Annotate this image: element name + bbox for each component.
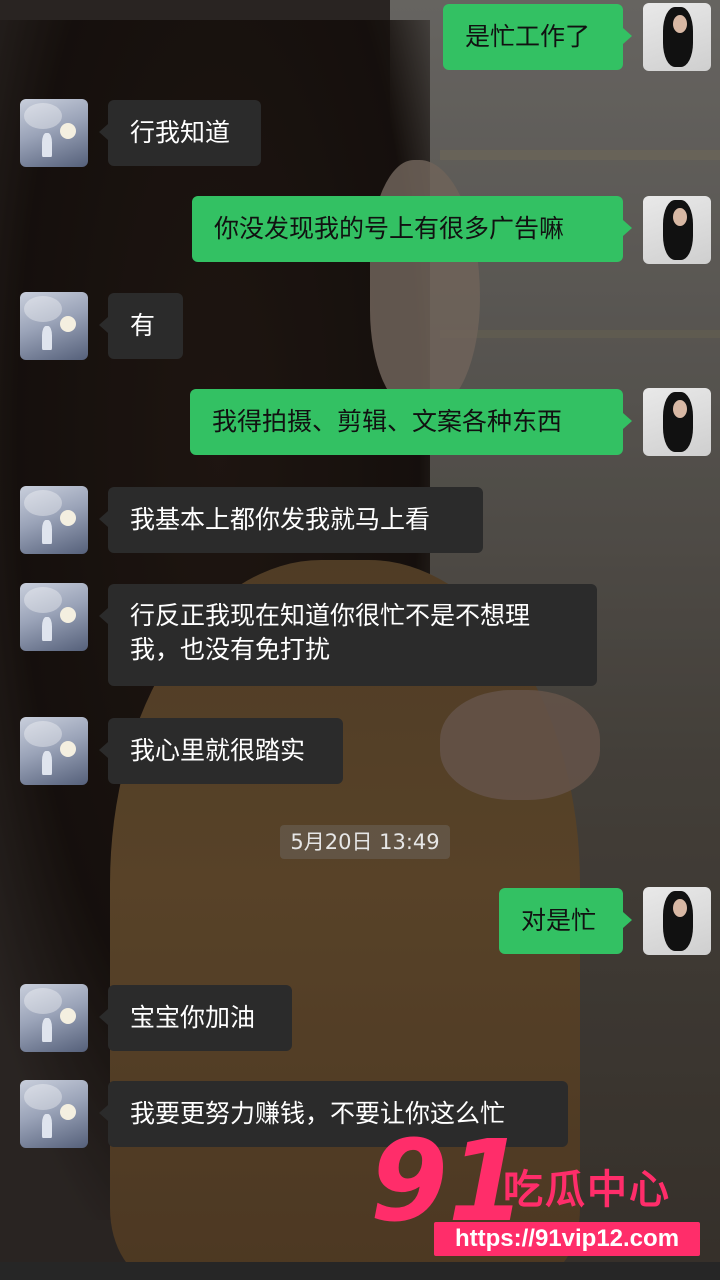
friend-avatar[interactable]: [20, 99, 88, 167]
friend-avatar[interactable]: [20, 984, 88, 1052]
message-bubble-incoming[interactable]: 我心里就很踏实: [99, 718, 343, 784]
watermark-url: https://91vip12.com: [434, 1222, 700, 1256]
my-avatar[interactable]: [643, 3, 711, 71]
my-avatar[interactable]: [643, 887, 711, 955]
friend-avatar[interactable]: [20, 717, 88, 785]
my-avatar[interactable]: [643, 196, 711, 264]
message-bubble-incoming[interactable]: 宝宝你加油: [99, 985, 292, 1051]
friend-avatar[interactable]: [20, 1080, 88, 1148]
message-bubble-outgoing[interactable]: 对是忙: [499, 888, 632, 954]
message-bubble-incoming[interactable]: 行我知道: [99, 100, 261, 166]
message-bubble-incoming[interactable]: 有: [99, 293, 183, 359]
watermark-brand: 吃瓜中心: [503, 1167, 671, 1213]
message-bubble-incoming[interactable]: 我基本上都你发我就马上看: [99, 487, 483, 553]
message-bubble-outgoing[interactable]: 我得拍摄、剪辑、文案各种东西: [190, 389, 632, 455]
friend-avatar[interactable]: [20, 292, 88, 360]
my-avatar[interactable]: [643, 388, 711, 456]
friend-avatar[interactable]: [20, 486, 88, 554]
message-bubble-outgoing[interactable]: 你没发现我的号上有很多广告嘛: [192, 196, 632, 262]
message-bubble-outgoing[interactable]: 是忙工作了: [443, 4, 632, 70]
site-watermark: 91 吃瓜中心 https://91vip12.com: [370, 1126, 710, 1258]
chat-timestamp: 5月20日 13:49: [280, 825, 450, 859]
friend-avatar[interactable]: [20, 583, 88, 651]
message-bubble-incoming[interactable]: 行反正我现在知道你很忙不是不想理我，也没有免打扰: [99, 584, 597, 686]
input-bar-edge: [0, 1262, 720, 1280]
